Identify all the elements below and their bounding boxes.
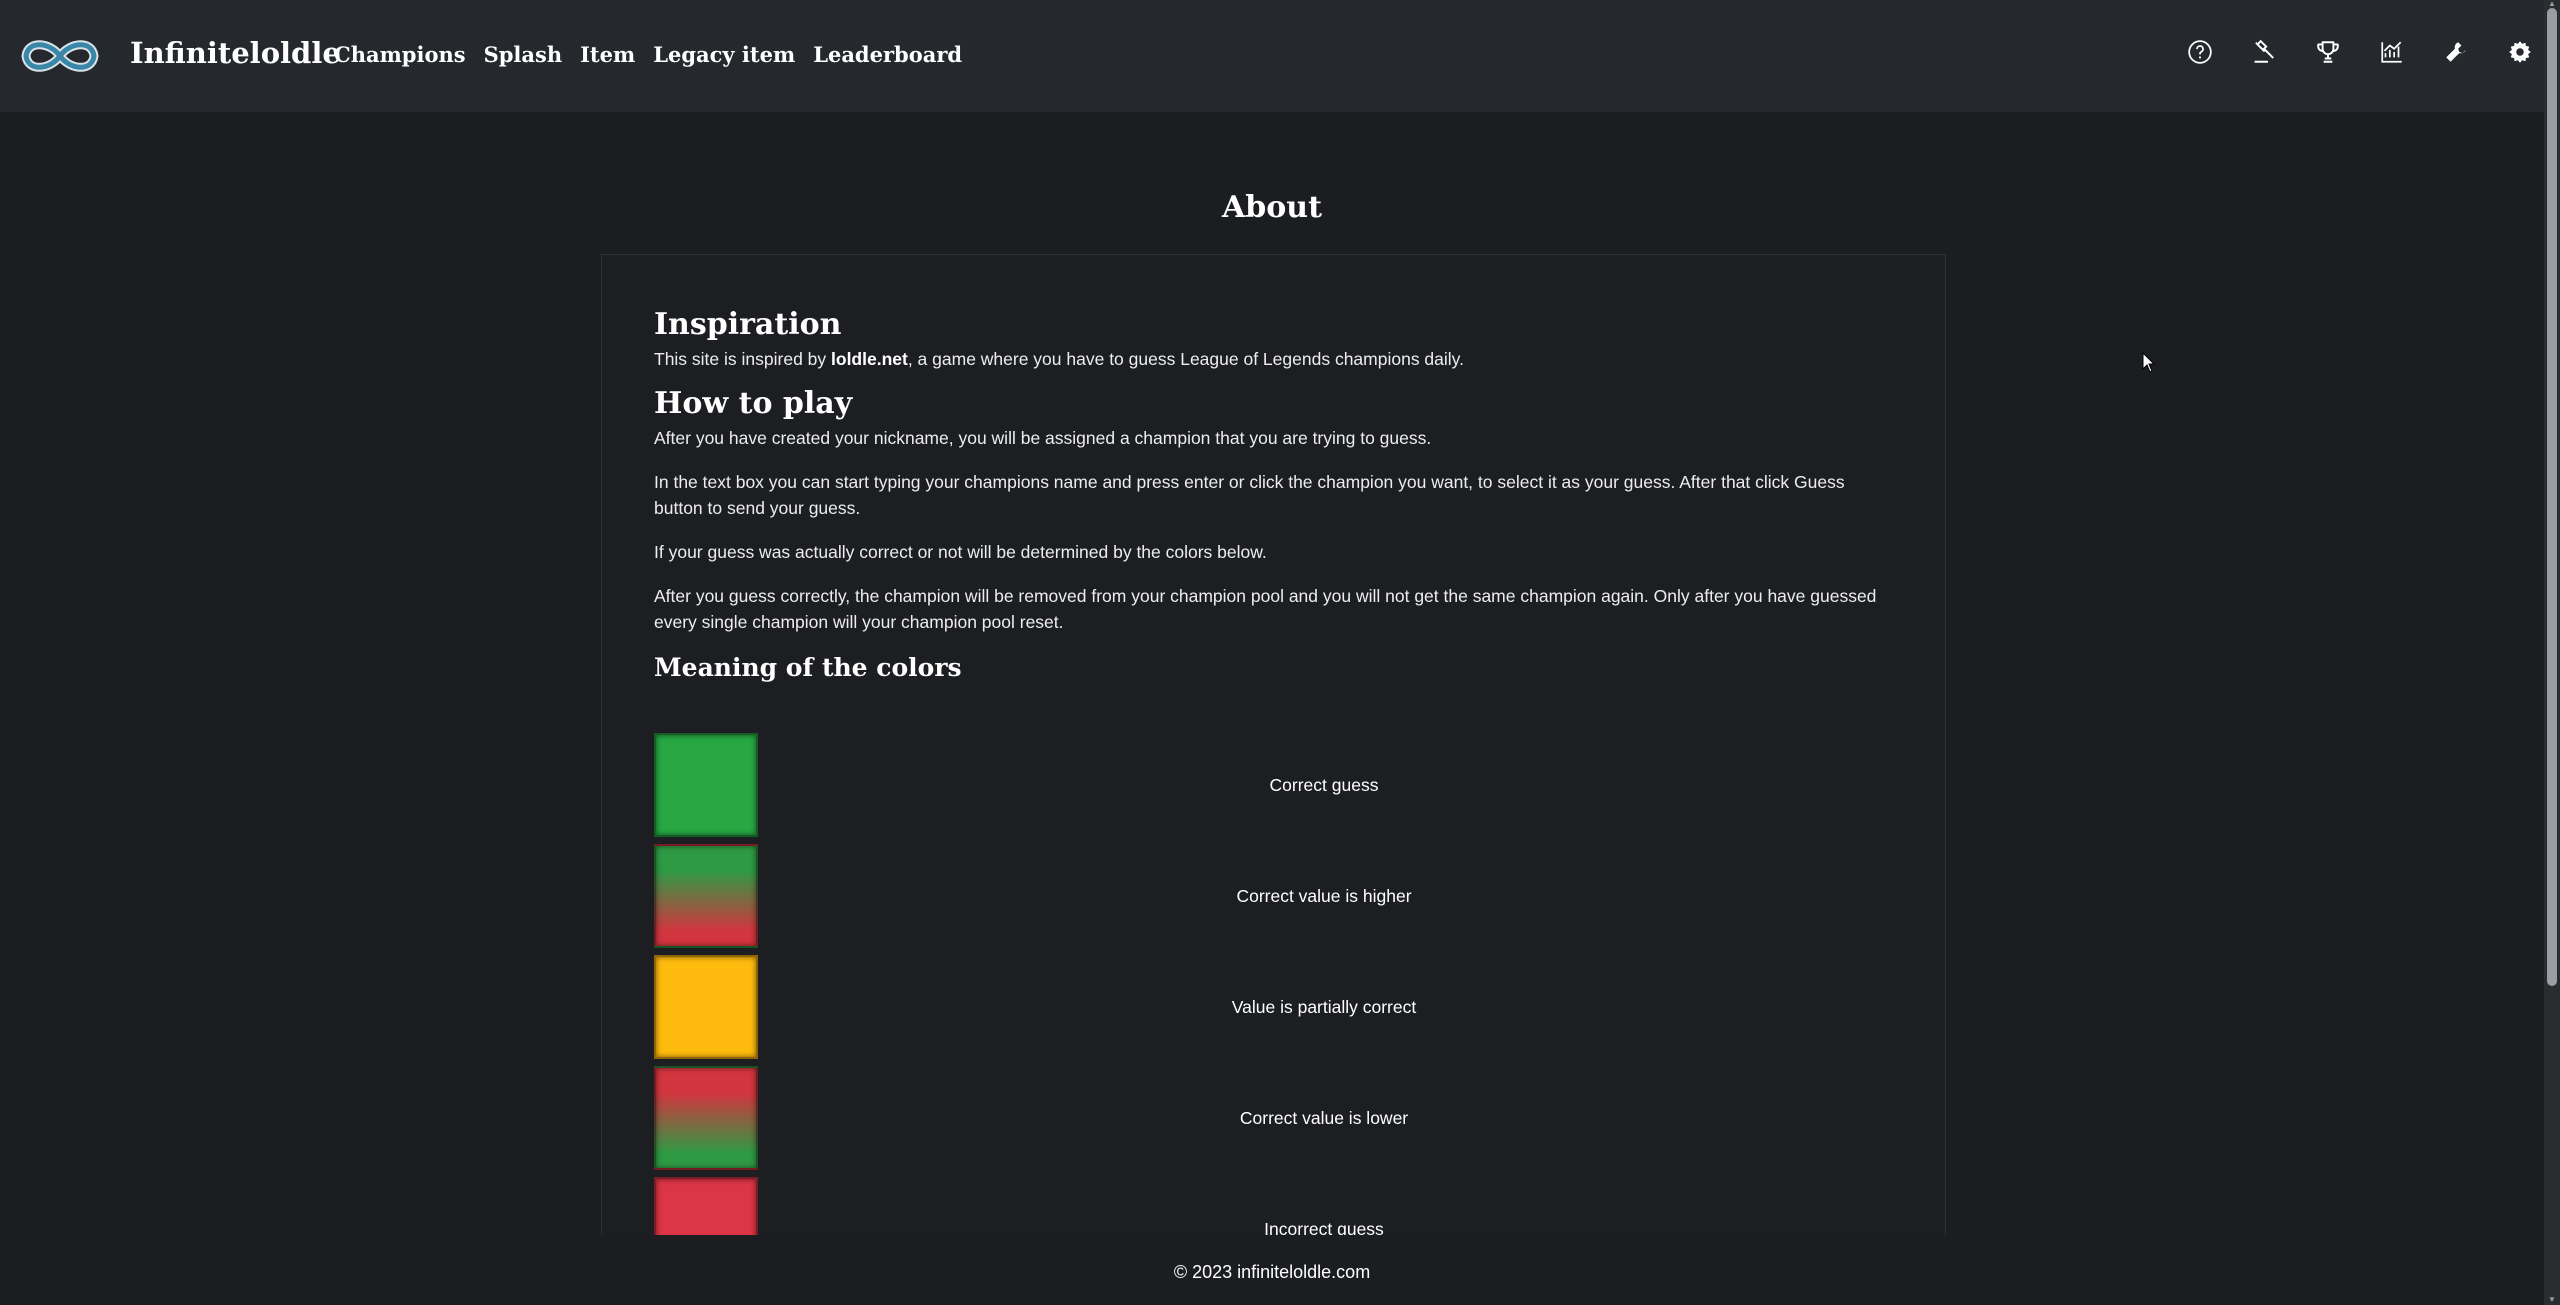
nav-leaderboard[interactable]: Leaderboard [813, 42, 962, 67]
about-card: Inspiration This site is inspired by lol… [601, 254, 1946, 1235]
legend-row: Correct value is lower [654, 1066, 1894, 1177]
lower-swatch [654, 1066, 758, 1170]
legend-row: Correct value is higher [654, 844, 1894, 955]
loldle-link[interactable]: loldle.net [831, 349, 908, 369]
partial-swatch [654, 955, 758, 1059]
brand-title[interactable]: Infiniteloldle [130, 36, 341, 70]
infinity-logo-icon[interactable] [20, 34, 100, 78]
about-content: Inspiration This site is inspired by lol… [654, 307, 1894, 682]
scroll-down-arrow-icon[interactable]: ▼ [2547, 1295, 2557, 1305]
legend-row: Correct guess [654, 733, 1894, 844]
page-scrollbar[interactable]: ▲ ▼ [2544, 0, 2560, 1305]
legend-label: Value is partially correct [1231, 996, 1417, 1017]
legend-label: Correct guess [1269, 774, 1379, 795]
how-to-play-paragraph: In the text box you can start typing you… [654, 472, 1845, 518]
page-title: About [1222, 190, 1322, 225]
stats-chart-icon[interactable] [2378, 38, 2406, 66]
trophy-icon[interactable] [2314, 38, 2342, 66]
legend-row: Incorrect guess [654, 1177, 1894, 1235]
wrench-icon[interactable] [2442, 38, 2470, 66]
page: Infiniteloldle Champions Splash Item Leg… [0, 0, 2560, 1305]
how-to-play-paragraph: After you have created your nickname, yo… [654, 428, 1432, 448]
gavel-icon[interactable] [2250, 38, 2278, 66]
inspiration-text-before: This site is inspired by [654, 349, 832, 369]
nav-item[interactable]: Item [580, 42, 635, 67]
gear-icon[interactable] [2506, 38, 2534, 66]
higher-swatch [654, 844, 758, 948]
legend-label: Correct value is lower [1239, 1107, 1409, 1128]
nav-splash[interactable]: Splash [484, 42, 563, 67]
footer: © 2023 infiniteloldle.com [1173, 1262, 1371, 1282]
correct-swatch [654, 733, 758, 837]
how-to-play-paragraph: After you guess correctly, the champion … [654, 586, 1877, 632]
inspiration-text-after: , a game where you have to guess League … [907, 349, 1464, 369]
nav-legacy-item[interactable]: Legacy item [653, 42, 795, 67]
scrollbar-thumb[interactable] [2547, 8, 2557, 986]
color-legend: Correct guess Correct value is higher Va… [654, 733, 1894, 1235]
inspiration-text: This site is inspired by loldle.net, a g… [654, 346, 1894, 372]
legend-row: Value is partially correct [654, 955, 1894, 1066]
how-to-play-heading: How to play [654, 386, 853, 421]
incorrect-swatch [654, 1177, 758, 1235]
help-icon[interactable] [2186, 38, 2214, 66]
colors-heading: Meaning of the colors [654, 653, 962, 682]
main-nav: Champions Splash Item Legacy item Leader… [334, 42, 962, 67]
nav-icons [2186, 38, 2534, 66]
mouse-cursor-icon [2142, 352, 2156, 373]
nav-champions[interactable]: Champions [334, 42, 466, 67]
legend-label: Incorrect guess [1264, 1218, 1384, 1236]
scroll-up-arrow-icon[interactable]: ▲ [2547, 0, 2557, 8]
navbar: Infiniteloldle Champions Splash Item Leg… [0, 0, 2544, 112]
legend-label: Correct value is higher [1236, 885, 1412, 906]
inspiration-heading: Inspiration [654, 307, 842, 342]
how-to-play-paragraph: If your guess was actually correct or no… [654, 542, 1267, 562]
